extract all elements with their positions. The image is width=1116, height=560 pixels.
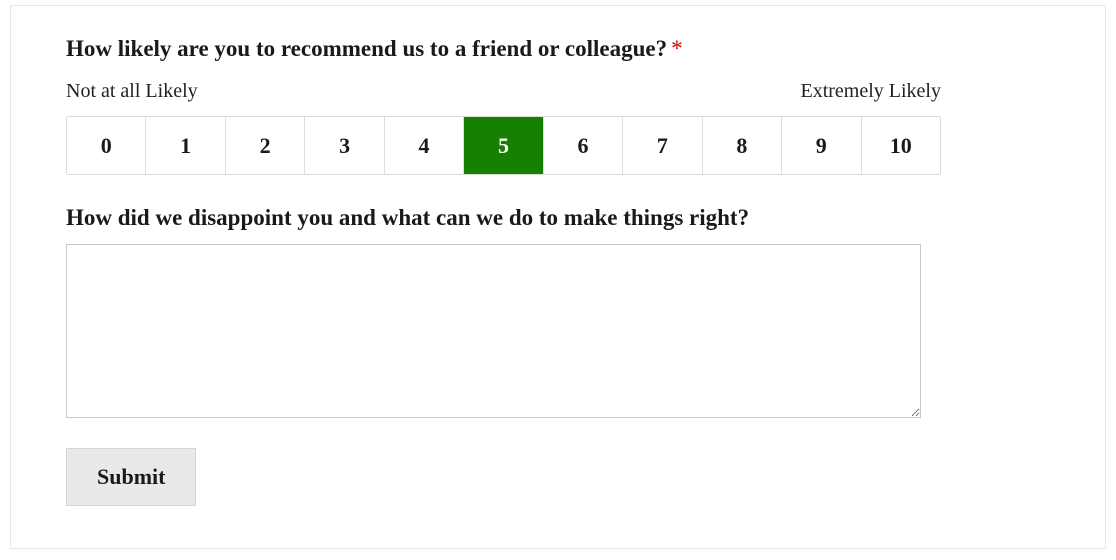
scale-option-5[interactable]: 5	[464, 117, 543, 174]
scale-option-1[interactable]: 1	[146, 117, 225, 174]
scale-high-label: Extremely Likely	[800, 80, 941, 103]
submit-button[interactable]: Submit	[66, 448, 196, 506]
scale-option-8[interactable]: 8	[703, 117, 782, 174]
nps-question-row: How likely are you to recommend us to a …	[66, 36, 1050, 62]
scale-option-0[interactable]: 0	[67, 117, 146, 174]
scale-low-label: Not at all Likely	[66, 80, 198, 103]
feedback-textarea[interactable]	[66, 244, 921, 418]
scale-option-3[interactable]: 3	[305, 117, 384, 174]
scale-option-10[interactable]: 10	[862, 117, 940, 174]
scale-endpoint-labels: Not at all Likely Extremely Likely	[66, 80, 941, 103]
followup-question-label: How did we disappoint you and what can w…	[66, 205, 1050, 231]
scale-option-7[interactable]: 7	[623, 117, 702, 174]
scale-option-2[interactable]: 2	[226, 117, 305, 174]
scale-option-4[interactable]: 4	[385, 117, 464, 174]
scale-option-6[interactable]: 6	[544, 117, 623, 174]
scale-option-9[interactable]: 9	[782, 117, 861, 174]
nps-scale: 012345678910	[66, 116, 941, 175]
nps-question-label: How likely are you to recommend us to a …	[66, 36, 667, 62]
survey-form: How likely are you to recommend us to a …	[10, 5, 1106, 549]
required-asterisk: *	[671, 36, 683, 62]
